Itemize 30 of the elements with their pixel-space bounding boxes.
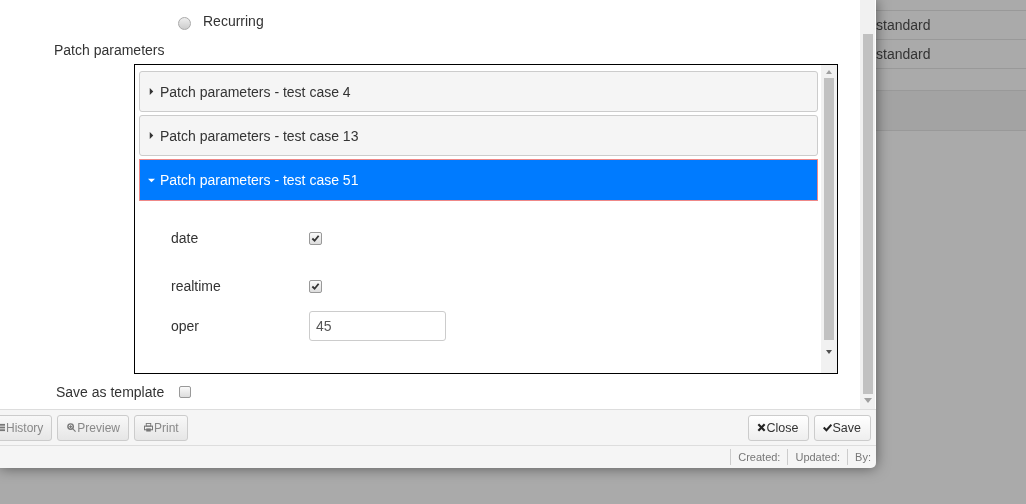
radio-button[interactable] [178,16,191,30]
field-label: oper [171,318,201,334]
table-cell: standard [876,17,931,33]
save-button[interactable]: Save [813,414,871,441]
accordion-header[interactable]: Patch parameters - test case 13 [139,115,818,156]
caret-right-icon [148,132,155,139]
caret-down-icon [148,176,155,184]
checkbox[interactable] [179,386,192,398]
close-button[interactable]: Close [747,414,809,441]
check-icon [822,423,832,432]
input-field[interactable]: 45 [309,311,446,341]
field-label: realtime [171,278,222,294]
checkbox[interactable] [309,231,322,245]
close-icon [756,423,766,432]
checkbox[interactable] [309,279,322,293]
printer-icon [144,423,154,432]
caret-right-icon [148,88,155,95]
checkbox-label: Save as template [56,384,165,400]
table-cell: standard [876,46,931,62]
zoom-icon [67,423,77,432]
scrollbar[interactable] [860,0,875,409]
accordion-header[interactable]: Patch parameters - test case 51 [139,159,818,201]
scrollbar[interactable] [821,65,837,373]
status-label: By: [847,449,871,465]
accordion-header[interactable]: Patch parameters - test case 4 [139,71,818,112]
section-label: Patch parameters [54,42,165,58]
status-label: Updated: [787,449,848,465]
radio-label: Recurring [203,13,264,29]
status-label: Created: [730,449,788,465]
field-label: date [171,230,200,246]
